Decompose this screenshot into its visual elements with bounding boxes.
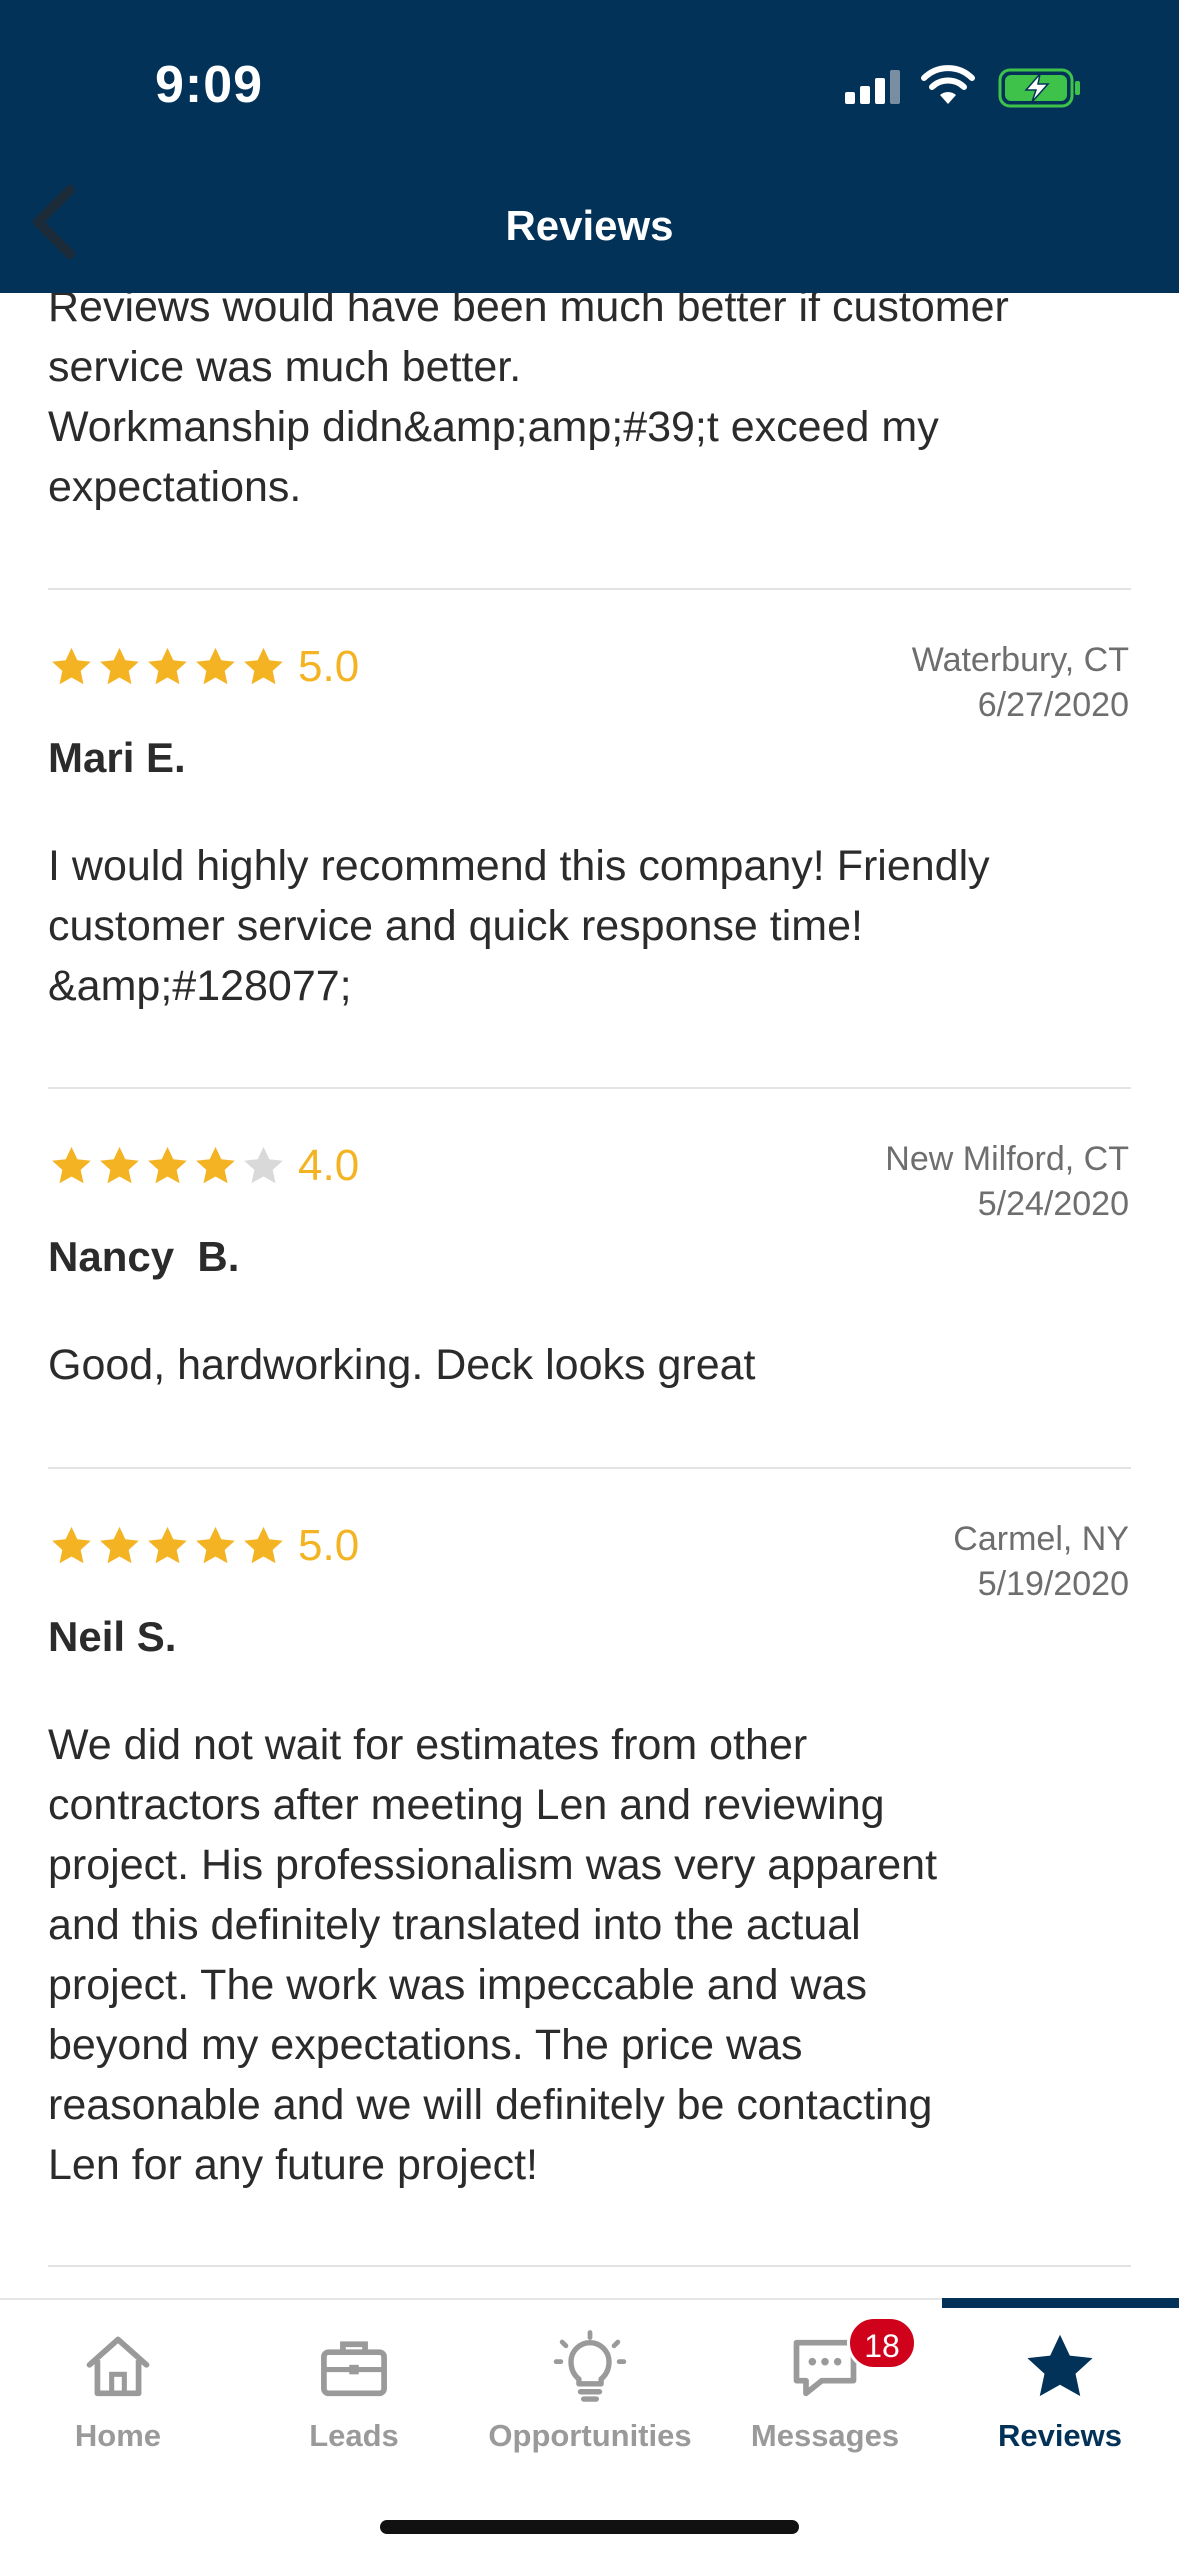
star-rating: 4.0 xyxy=(48,1141,359,1191)
reviewer-name: Neil S. xyxy=(48,1613,177,1660)
home-icon xyxy=(86,2336,150,2397)
tab-label: Home xyxy=(74,2418,162,2453)
tab-opportunities[interactable]: Opportunities xyxy=(472,2300,708,2460)
rating-value: 5.0 xyxy=(298,1521,360,1570)
review-text: We did not wait for estimates from other… xyxy=(48,1721,938,2189)
reviewer-name: Nancy B. xyxy=(48,1233,240,1280)
tab-label: Leads xyxy=(309,2418,399,2453)
tab-label: Reviews xyxy=(997,2418,1123,2453)
page-title: Reviews xyxy=(505,202,674,249)
star-rating: 5.0 xyxy=(48,642,359,692)
tab-reviews[interactable]: Reviews xyxy=(942,2300,1178,2460)
star-filled-icon xyxy=(148,1146,187,1183)
review-meta: New Milford, CT 5/24/2020 xyxy=(885,1137,1129,1227)
unread-badge: 18 xyxy=(847,2316,917,2370)
star-rating: 5.0 xyxy=(48,1521,359,1571)
partial-review-text: Reviews would have been much better if c… xyxy=(48,283,1009,511)
review-location: Waterbury, CT xyxy=(911,641,1129,679)
reviewer-name: Mari E. xyxy=(48,734,186,781)
star-filled-icon xyxy=(244,647,283,684)
tab-home[interactable]: Home xyxy=(0,2300,236,2460)
status-time: 9:09 xyxy=(155,56,264,114)
star-filled-icon xyxy=(52,1146,91,1183)
battery-charging-icon xyxy=(998,68,1080,108)
star-filled-icon xyxy=(196,1526,235,1563)
star-empty-icon xyxy=(244,1146,283,1183)
review-text: Good, hardworking. Deck looks great xyxy=(48,1341,756,1389)
star-filled-icon xyxy=(148,1526,187,1563)
divider xyxy=(48,2265,1131,2267)
review-location: Carmel, NY xyxy=(953,1520,1129,1558)
review-date: 6/27/2020 xyxy=(977,686,1129,724)
cellular-signal-icon xyxy=(845,70,900,104)
star-filled-icon xyxy=(52,647,91,684)
star-filled-icon xyxy=(100,1146,139,1183)
rating-value: 5.0 xyxy=(298,642,360,691)
star-filled-icon xyxy=(100,1526,139,1563)
briefcase-icon xyxy=(321,2341,387,2397)
star-filled-icon xyxy=(196,1146,235,1183)
review-date: 5/19/2020 xyxy=(977,1565,1129,1603)
lightbulb-icon xyxy=(553,2330,627,2402)
star-filled-icon xyxy=(52,1526,91,1563)
wifi-icon xyxy=(921,65,975,104)
star-filled-icon xyxy=(196,647,235,684)
star-filled-icon xyxy=(148,647,187,684)
home-indicator xyxy=(380,2520,799,2534)
tab-label: Messages xyxy=(750,2418,900,2453)
tab-label: Opportunities xyxy=(488,2418,692,2453)
review-meta: Carmel, NY 5/19/2020 xyxy=(953,1517,1129,1607)
review-text: I would highly recommend this company! F… xyxy=(48,842,990,1010)
review-meta: Waterbury, CT 6/27/2020 xyxy=(912,638,1129,728)
review-date: 5/24/2020 xyxy=(977,1185,1129,1223)
divider xyxy=(48,588,1131,590)
app-header: 9:09 Reviews xyxy=(0,0,1179,293)
tab-messages[interactable]: 18 Messages xyxy=(707,2300,943,2460)
bottom-tab-bar: Home Leads Opportunities 18 Messages Rev… xyxy=(0,2298,1179,2556)
rating-value: 4.0 xyxy=(298,1141,360,1190)
divider xyxy=(48,1467,1131,1469)
star-icon xyxy=(1027,2334,1093,2397)
reviews-list[interactable]: Reviews would have been much better if c… xyxy=(0,0,1179,2300)
review-location: New Milford, CT xyxy=(885,1140,1129,1178)
star-filled-icon xyxy=(244,1526,283,1563)
star-filled-icon xyxy=(100,647,139,684)
divider xyxy=(48,1087,1131,1089)
tab-leads[interactable]: Leads xyxy=(236,2300,472,2460)
